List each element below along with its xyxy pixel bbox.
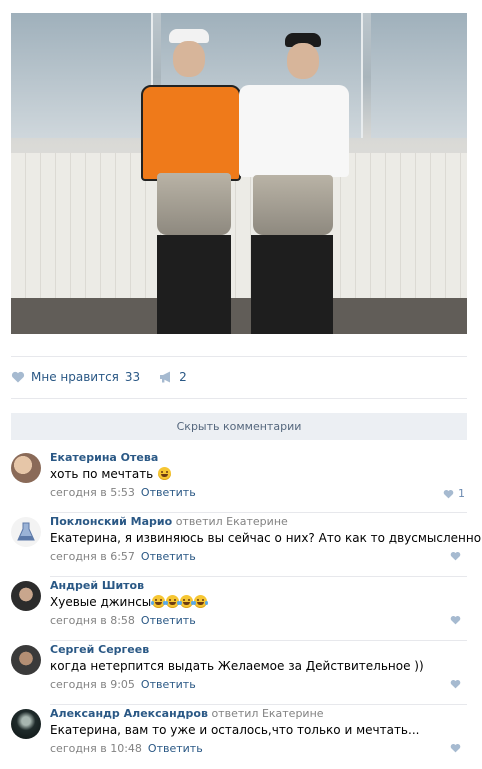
- comment: Андрей Шитов Хуевые джинсы сегодня в 8:5…: [11, 577, 467, 641]
- replied-label: ответил: [211, 707, 259, 720]
- heart-icon: [11, 371, 25, 383]
- heart-icon: [450, 615, 461, 625]
- comment-text: когда нетерпится выдать Желаемое за Дейс…: [50, 659, 424, 673]
- post-actions: Мне нравится 33 2: [11, 367, 187, 387]
- smile-emoji-icon: [158, 467, 172, 480]
- comment-time[interactable]: сегодня в 8:58: [50, 614, 135, 627]
- comment-like-button[interactable]: [450, 615, 465, 625]
- reply-to-link[interactable]: Екатерине: [226, 515, 288, 528]
- comment-author[interactable]: Андрей Шитов: [50, 579, 144, 592]
- comment-meta: сегодня в 9:05 Ответить: [50, 678, 196, 691]
- tears-of-joy-emoji-icon: [193, 595, 209, 608]
- comment-time[interactable]: сегодня в 10:48: [50, 742, 142, 755]
- comment-text: Екатерина, вам то уже и осталось,что тол…: [50, 723, 420, 737]
- avatar[interactable]: [11, 581, 41, 611]
- comment-author[interactable]: Сергей Сергеев: [50, 643, 149, 656]
- comment-meta: сегодня в 10:48 Ответить: [50, 742, 203, 755]
- like-label: Мне нравится: [31, 370, 119, 384]
- heart-icon: [450, 679, 461, 689]
- comment-like-button[interactable]: 1: [443, 487, 465, 500]
- avatar[interactable]: [11, 709, 41, 739]
- comment-author[interactable]: Екатерина Отева: [50, 451, 158, 464]
- comment-text: Хуевые джинсы: [50, 595, 209, 609]
- comment-meta: сегодня в 8:58 Ответить: [50, 614, 196, 627]
- reply-button[interactable]: Ответить: [141, 550, 196, 563]
- comment: Сергей Сергеев когда нетерпится выдать Ж…: [11, 641, 467, 705]
- avatar[interactable]: [11, 517, 41, 547]
- tears-of-joy-emoji-icon: [151, 595, 167, 608]
- comment-like-button[interactable]: [450, 679, 465, 689]
- comment-time[interactable]: сегодня в 5:53: [50, 486, 135, 499]
- replied-label: ответил: [175, 515, 223, 528]
- megaphone-icon: [160, 371, 171, 383]
- hide-comments-button[interactable]: Скрыть комментарии: [11, 413, 467, 440]
- comment-meta: сегодня в 5:53 Ответить: [50, 486, 196, 499]
- comment-time[interactable]: сегодня в 9:05: [50, 678, 135, 691]
- avatar[interactable]: [11, 645, 41, 675]
- comment-author[interactable]: Поклонский Марио: [50, 515, 172, 528]
- comment: Александр Александров ответил Екатерине …: [11, 705, 467, 769]
- tears-of-joy-emoji-icon: [179, 595, 195, 608]
- comment-like-count: 1: [458, 487, 465, 500]
- comment-like-button[interactable]: [450, 551, 465, 561]
- heart-icon: [443, 489, 454, 498]
- share-count: 2: [179, 370, 187, 384]
- comment: Екатерина Отева хоть по мечтать сегодня …: [11, 449, 467, 513]
- comment-meta: сегодня в 6:57 Ответить: [50, 550, 196, 563]
- tears-of-joy-emoji-icon: [165, 595, 181, 608]
- share-button[interactable]: 2: [159, 370, 187, 384]
- comment-time[interactable]: сегодня в 6:57: [50, 550, 135, 563]
- reply-button[interactable]: Ответить: [141, 678, 196, 691]
- post-photo[interactable]: [11, 13, 467, 334]
- reply-button[interactable]: Ответить: [141, 486, 196, 499]
- reply-to-link[interactable]: Екатерине: [262, 707, 324, 720]
- avatar[interactable]: [11, 453, 41, 483]
- comment-text: Екатерина, я извиняюсь вы сейчас о них? …: [50, 531, 482, 545]
- comment-like-button[interactable]: [450, 743, 465, 753]
- comment: Поклонский Марио ответил Екатерине Екате…: [11, 513, 481, 577]
- divider: [11, 398, 467, 399]
- like-button[interactable]: Мне нравится 33: [11, 370, 140, 384]
- heart-icon: [450, 743, 461, 753]
- like-count: 33: [124, 370, 141, 384]
- divider: [11, 356, 467, 357]
- comment-text: хоть по мечтать: [50, 467, 172, 481]
- heart-icon: [450, 551, 461, 561]
- comment-author[interactable]: Александр Александров: [50, 707, 208, 720]
- flask-icon: [17, 522, 35, 541]
- reply-button[interactable]: Ответить: [141, 614, 196, 627]
- reply-button[interactable]: Ответить: [148, 742, 203, 755]
